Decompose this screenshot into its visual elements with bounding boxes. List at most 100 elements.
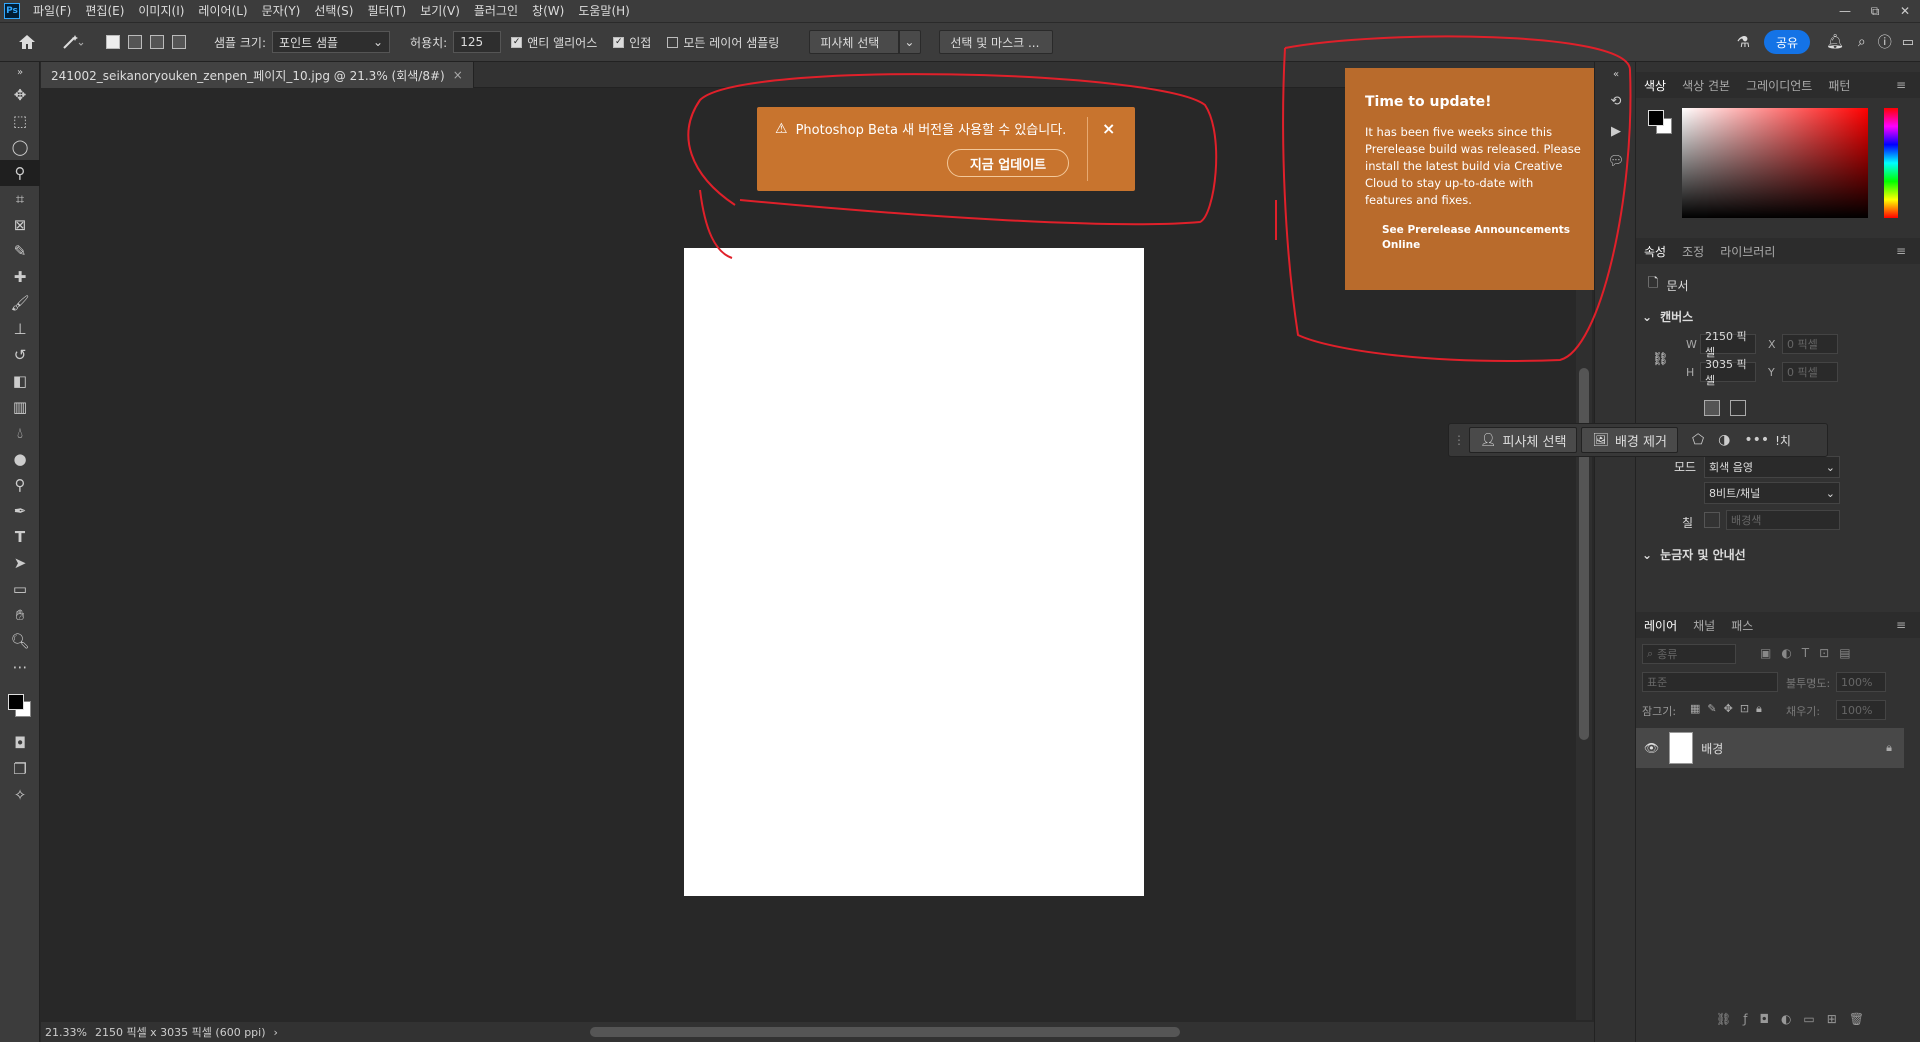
menu-window[interactable]: 창(W) [525, 0, 571, 22]
frame-tool-icon[interactable]: ⊠ [0, 212, 40, 238]
menu-plugins[interactable]: 플러그인 [467, 0, 525, 22]
help-icon[interactable]: ⓘ [1878, 32, 1892, 52]
menu-layer[interactable]: 레이어(L) [191, 0, 254, 22]
type-tool-icon[interactable]: T [0, 524, 40, 550]
eraser-tool-icon[interactable]: ◧ [0, 368, 40, 394]
drag-handle-icon[interactable]: ⋮ [1453, 433, 1465, 447]
rulers-section-header[interactable]: ⌄ 눈금자 및 안내선 [1642, 546, 1746, 563]
generative-icon[interactable]: ✧ [0, 782, 40, 808]
zoom-lens-tool-icon[interactable]: ⚲ [0, 472, 40, 498]
menu-type[interactable]: 문자(Y) [255, 0, 308, 22]
select-subject-button[interactable]: 👤︎ 피사체 선택 [1469, 427, 1578, 453]
panel-menu-icon[interactable]: ≡ [1888, 618, 1914, 632]
dodge-tool-icon[interactable]: ● [0, 446, 40, 472]
add-selection-icon[interactable] [128, 35, 142, 49]
height-input[interactable]: 3035 픽셀 [1700, 358, 1756, 387]
tab-paths[interactable]: 패스 [1723, 617, 1761, 634]
menu-select[interactable]: 선택(S) [307, 0, 360, 22]
menu-file[interactable]: 파일(F) [26, 0, 78, 22]
lasso-tool-icon[interactable]: ◯ [0, 134, 40, 160]
pen-tool-icon[interactable]: ✒ [0, 498, 40, 524]
width-input[interactable]: 2150 픽셀 [1700, 330, 1756, 359]
portrait-icon[interactable] [1704, 400, 1720, 416]
tab-close-icon[interactable]: × [453, 68, 463, 82]
marquee-tool-icon[interactable]: ⬚ [0, 108, 40, 134]
menu-image[interactable]: 이미지(I) [131, 0, 191, 22]
antialias-checkbox[interactable]: ✓ [511, 36, 523, 48]
zoom-tool-icon[interactable]: 🔍︎ [0, 628, 40, 654]
magic-wand-tool-icon[interactable]: ⚲ [0, 160, 40, 186]
gradient-tool-icon[interactable]: ▥ [0, 394, 40, 420]
eye-icon[interactable]: 👁︎ [1644, 741, 1659, 755]
opacity-input[interactable]: 100% [1836, 672, 1886, 692]
share-button[interactable]: 공유 [1763, 30, 1811, 54]
mode-select[interactable]: 회색 음영 ⌄ [1704, 456, 1840, 478]
x-input[interactable]: 0 픽셀 [1782, 334, 1838, 354]
contiguous-checkbox[interactable]: ✓ [613, 36, 625, 48]
history-icon[interactable]: ⟲ [1595, 86, 1637, 116]
menu-view[interactable]: 보기(V) [413, 0, 467, 22]
tab-layers[interactable]: 레이어 [1636, 617, 1685, 634]
bit-depth-select[interactable]: 8비트/채널 ⌄ [1704, 482, 1840, 504]
zoom-level[interactable]: 21.33% [45, 1026, 87, 1039]
tab-swatches[interactable]: 색상 견본 [1674, 77, 1738, 94]
update-now-button[interactable]: 지금 업데이트 [947, 149, 1069, 177]
canvas-section-header[interactable]: ⌄ 캔버스 [1642, 308, 1693, 325]
tab-libraries[interactable]: 라이브러리 [1712, 243, 1783, 260]
move-tool-icon[interactable]: ✥ [0, 82, 40, 108]
flask-icon[interactable]: ⚗ [1737, 33, 1750, 51]
tab-patterns[interactable]: 패턴 [1820, 77, 1858, 94]
tab-color[interactable]: 색상 [1636, 77, 1674, 94]
tab-properties[interactable]: 속성 [1636, 243, 1674, 260]
brush-tool-icon[interactable]: 🖌︎ [0, 290, 40, 316]
clone-stamp-tool-icon[interactable]: ⊥ [0, 316, 40, 342]
foreground-color-swatch[interactable] [1648, 110, 1664, 126]
layer-filter-select[interactable]: ⌕ 종류 [1642, 644, 1736, 664]
subtract-selection-icon[interactable] [150, 35, 164, 49]
collapse-icon[interactable]: » [0, 62, 40, 82]
restore-icon[interactable]: ⧉ [1860, 0, 1890, 22]
panel-menu-icon[interactable]: ≡ [1888, 78, 1914, 92]
document-canvas[interactable] [684, 248, 1144, 896]
hue-slider[interactable] [1884, 108, 1898, 218]
lock-icons[interactable]: ▦✎✥⊡🔒︎ [1690, 702, 1769, 716]
blur-tool-icon[interactable]: 💧︎ [0, 420, 40, 446]
more-tools-icon[interactable]: ⋯ [0, 654, 40, 680]
minimize-icon[interactable]: — [1830, 0, 1860, 22]
remove-background-button[interactable]: 🖼︎ 배경 제거 [1581, 427, 1678, 453]
document-tab[interactable]: 241002_seikanoryouken_zenpen_페이지_10.jpg … [41, 62, 474, 88]
eyedropper-tool-icon[interactable]: ✎ [0, 238, 40, 264]
screen-mode-icon[interactable]: ❐ [0, 756, 40, 782]
more-options-icon[interactable]: ••• [1744, 432, 1769, 448]
quick-mask-icon[interactable]: ◘ [0, 730, 40, 756]
foreground-color-swatch[interactable] [8, 694, 24, 710]
path-selection-tool-icon[interactable]: ➤ [0, 550, 40, 576]
hand-tool-icon[interactable]: ✋︎ [0, 602, 40, 628]
tab-channels[interactable]: 채널 [1685, 617, 1723, 634]
healing-brush-tool-icon[interactable]: ✚ [0, 264, 40, 290]
crop-tool-icon[interactable]: ⌗ [0, 186, 40, 212]
tab-adjustments[interactable]: 조정 [1674, 243, 1712, 260]
color-field[interactable] [1682, 108, 1868, 218]
rectangle-tool-icon[interactable]: ▭ [0, 576, 40, 602]
lock-icon[interactable]: 🔒︎ [1886, 741, 1892, 755]
transform-icon[interactable]: ⬠ [1692, 432, 1704, 448]
link-icon[interactable]: ⛓ [1652, 352, 1669, 367]
close-icon[interactable]: × [1102, 119, 1115, 138]
y-input[interactable]: 0 픽셀 [1782, 362, 1838, 382]
menu-help[interactable]: 도움말(H) [571, 0, 637, 22]
history-brush-tool-icon[interactable]: ↺ [0, 342, 40, 368]
blend-mode-select[interactable]: 표준 [1642, 672, 1778, 692]
home-icon[interactable] [18, 34, 36, 50]
intersect-selection-icon[interactable] [172, 35, 186, 49]
fill-select[interactable]: 배경색 [1726, 510, 1840, 530]
magic-wand-preset-icon[interactable] [62, 34, 84, 50]
fill-color-swatch[interactable] [1704, 512, 1720, 528]
layer-actions-icons[interactable]: ⛓ƒ◘◐▭⊞🗑︎ [1716, 1012, 1876, 1026]
tab-gradients[interactable]: 그레이디언트 [1738, 77, 1820, 94]
collapse-icon[interactable]: « [1595, 62, 1637, 86]
layer-row[interactable]: 👁︎ 배경 🔒︎ [1636, 728, 1904, 768]
menu-edit[interactable]: 편집(E) [78, 0, 131, 22]
tolerance-input[interactable]: 125 [453, 31, 502, 53]
menu-filter[interactable]: 필터(T) [360, 0, 413, 22]
